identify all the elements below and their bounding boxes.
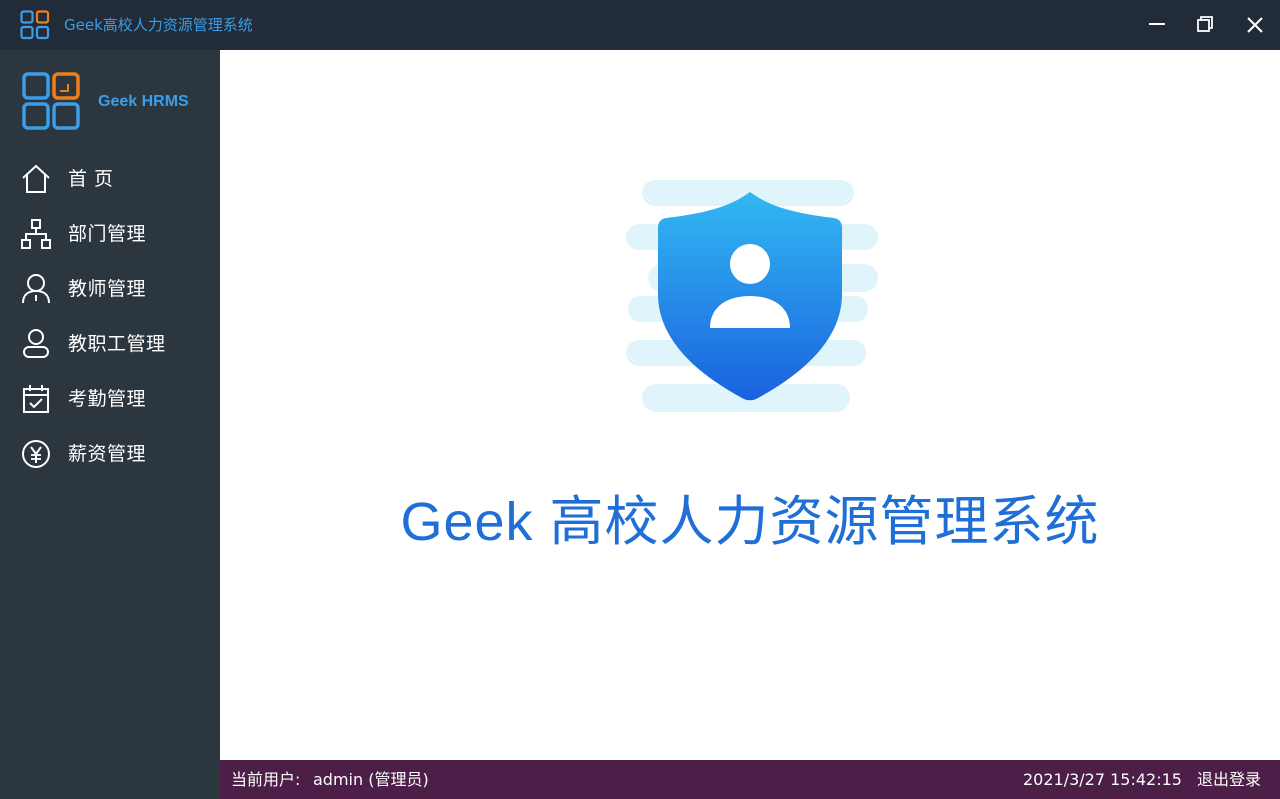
sidebar-item-departments[interactable]: 部门管理 bbox=[0, 208, 220, 258]
sidebar: Geek HRMS 首 页 部门管理 教师管理 教职工管理 考勤管理 薪资管理 bbox=[0, 50, 220, 799]
sidebar-item-label: 教职工管理 bbox=[68, 333, 166, 355]
sidebar-item-label: 考勤管理 bbox=[68, 388, 147, 410]
org-chart-icon bbox=[21, 219, 51, 249]
staff-icon bbox=[23, 329, 49, 358]
current-user-label: 当前用户: bbox=[231, 770, 301, 789]
minimize-icon bbox=[1149, 23, 1165, 25]
teacher-icon bbox=[22, 274, 50, 304]
minimize-button[interactable] bbox=[1142, 10, 1172, 40]
restore-icon bbox=[1197, 16, 1213, 32]
status-bar: 当前用户: admin (管理员) 2021/3/27 15:42:15 退出登… bbox=[220, 760, 1280, 799]
sidebar-item-staff[interactable]: 教职工管理 bbox=[0, 318, 220, 368]
brand-name: Geek HRMS bbox=[98, 93, 189, 110]
sidebar-item-label: 部门管理 bbox=[68, 223, 147, 245]
close-button[interactable] bbox=[1240, 10, 1270, 40]
sidebar-item-teachers[interactable]: 教师管理 bbox=[0, 263, 220, 313]
sidebar-item-label: 首 页 bbox=[68, 168, 114, 190]
sidebar-item-attendance[interactable]: 考勤管理 bbox=[0, 373, 220, 423]
logout-link[interactable]: 退出登录 bbox=[1197, 771, 1261, 789]
shield-user-icon bbox=[626, 180, 878, 412]
main-content: Geek 高校人力资源管理系统 bbox=[220, 50, 1280, 760]
restore-button[interactable] bbox=[1190, 10, 1220, 40]
app-logo-icon bbox=[20, 10, 50, 40]
sidebar-item-home[interactable]: 首 页 bbox=[0, 153, 220, 203]
window-title: Geek高校人力资源管理系统 bbox=[64, 16, 253, 34]
brand-logo-icon bbox=[22, 72, 80, 130]
calendar-check-icon bbox=[23, 385, 49, 413]
sidebar-item-label: 教师管理 bbox=[68, 278, 147, 300]
close-icon bbox=[1247, 17, 1263, 33]
datetime: 2021/3/27 15:42:15 bbox=[1023, 770, 1182, 789]
yuan-icon bbox=[22, 440, 50, 468]
home-icon bbox=[22, 164, 50, 193]
sidebar-item-salary[interactable]: 薪资管理 bbox=[0, 428, 220, 478]
current-user-value: admin (管理员) bbox=[313, 770, 429, 789]
system-title: Geek 高校人力资源管理系统 bbox=[400, 492, 1100, 552]
title-bar: Geek高校人力资源管理系统 bbox=[0, 0, 1280, 50]
sidebar-item-label: 薪资管理 bbox=[68, 443, 147, 465]
